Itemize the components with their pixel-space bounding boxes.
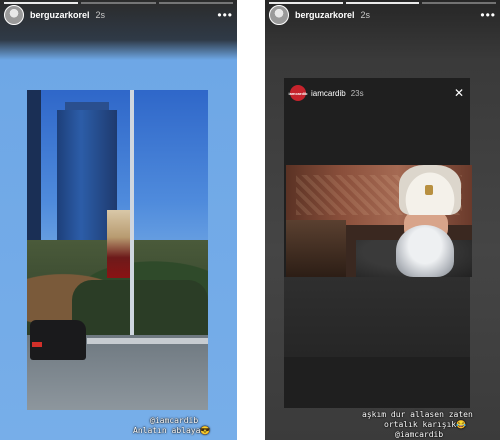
repost-header: iamcardib iamcardib 23s ✕ xyxy=(288,84,464,102)
tv-screen-image xyxy=(286,165,472,277)
hedge-image xyxy=(72,280,208,340)
mention-sticker[interactable]: @iamcardib xyxy=(150,416,198,425)
timestamp: 2s xyxy=(95,10,106,20)
close-icon[interactable]: ✕ xyxy=(454,87,464,99)
building-image xyxy=(27,90,41,260)
car-taillight xyxy=(32,342,42,347)
username[interactable]: berguzarkorel xyxy=(30,10,90,20)
mention-sticker[interactable]: @iamcardib xyxy=(395,430,443,439)
repost-avatar[interactable]: iamcardib xyxy=(288,85,308,101)
caption-text: aşkım dur allasen zaten xyxy=(362,410,473,419)
story-header: berguzarkorel 2s ••• xyxy=(269,4,496,26)
avatar[interactable] xyxy=(4,5,24,25)
turban-jewel xyxy=(425,185,433,195)
repost-username[interactable]: iamcardib xyxy=(311,89,346,98)
guardrail-image xyxy=(87,338,208,344)
dark-area xyxy=(284,277,470,357)
caption-text: ortalık karışık😂 xyxy=(384,420,467,429)
repost-timestamp: 23s xyxy=(350,88,364,98)
more-icon[interactable]: ••• xyxy=(217,9,233,21)
poster-banner-image xyxy=(107,210,130,278)
reposted-story-card[interactable] xyxy=(27,90,208,410)
lamp-pole-image xyxy=(130,90,134,335)
username[interactable]: berguzarkorel xyxy=(295,10,355,20)
story-header: berguzarkorel 2s ••• xyxy=(4,4,233,26)
car-image xyxy=(30,320,86,360)
beard-image xyxy=(396,225,454,277)
timestamp: 2s xyxy=(360,10,371,20)
chair-image xyxy=(286,220,346,277)
repost-avatar-text: iamcardib xyxy=(288,90,308,96)
more-icon[interactable]: ••• xyxy=(480,9,496,21)
avatar[interactable] xyxy=(269,5,289,25)
caption-text: Anlatın ablaya😎 xyxy=(133,426,211,435)
